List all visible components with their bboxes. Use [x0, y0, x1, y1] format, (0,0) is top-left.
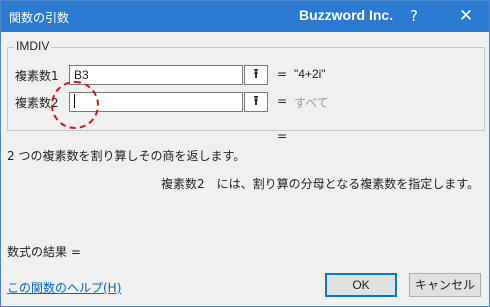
argument1-collapse-icon[interactable]: ⭱ — [244, 65, 268, 85]
ok-button[interactable]: OK — [325, 273, 397, 297]
function-result-equals: = — [277, 129, 288, 143]
argument1-label: 複素数1 — [15, 69, 59, 83]
function-help-link[interactable]: この関数のヘルプ(H) — [7, 279, 121, 296]
function-name: IMDIV — [14, 39, 52, 53]
argument1-equals: = — [277, 67, 288, 81]
close-icon[interactable]: ✕ — [453, 5, 479, 27]
function-arguments-dialog: 関数の引数 Buzzword Inc. ? ✕ IMDIV 複素数1 B3 ⭱ … — [0, 0, 490, 307]
cancel-button[interactable]: キャンセル — [409, 273, 481, 297]
argument2-equals: = — [277, 94, 288, 108]
function-description: 2 つの複素数を割り算しその商を返します。 — [7, 149, 246, 163]
highlight-circle — [51, 81, 99, 129]
argument2-collapse-icon[interactable]: ⭱ — [244, 92, 268, 112]
argument1-result: "4+2i" — [294, 67, 326, 81]
title-bar: 関数の引数 Buzzword Inc. ? ✕ — [1, 1, 489, 32]
brand-text: Buzzword Inc. — [299, 7, 394, 23]
argument-help-text: 複素数2 には、割り算の分母となる複素数を指定します。 — [161, 177, 480, 191]
argument2-result: すべて — [294, 96, 329, 110]
dialog-title: 関数の引数 — [9, 11, 70, 25]
formula-result-label: 数式の結果 = — [7, 245, 81, 259]
argument1-input[interactable]: B3 — [69, 65, 243, 85]
help-icon[interactable]: ? — [401, 5, 427, 27]
